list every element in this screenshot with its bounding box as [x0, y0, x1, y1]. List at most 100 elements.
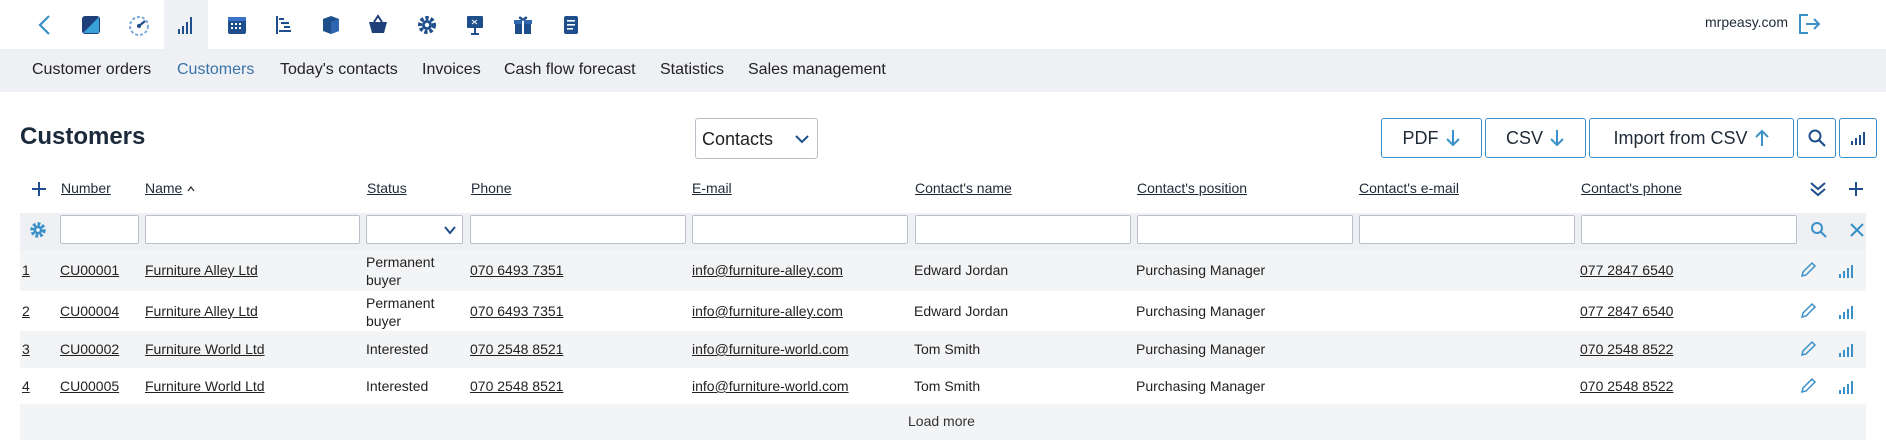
bar-chart-icon[interactable] — [1837, 341, 1855, 359]
column-header-number[interactable]: Number — [61, 180, 111, 196]
filter-number-input[interactable] — [60, 215, 139, 244]
column-header-status[interactable]: Status — [367, 180, 407, 196]
table-row: 2 CU00004 Furniture Alley Ltd Permanent … — [20, 291, 1866, 331]
customer-name[interactable]: Furniture World Ltd — [145, 378, 265, 394]
contact-phone[interactable]: 077 2847 6540 — [1580, 262, 1673, 278]
contact-phone[interactable]: 077 2847 6540 — [1580, 303, 1673, 319]
bar-chart-icon[interactable] — [1837, 378, 1855, 396]
subnav-sales-management[interactable]: Sales management — [748, 61, 886, 79]
customer-status: Interested — [366, 378, 429, 394]
customer-number[interactable]: CU00004 — [60, 303, 119, 319]
subnav-statistics[interactable]: Statistics — [660, 61, 724, 79]
brand-icon[interactable] — [69, 0, 113, 49]
subnav-invoices[interactable]: Invoices — [422, 61, 481, 79]
load-more-row[interactable]: Load more — [20, 404, 1866, 440]
filter-contact-name-input[interactable] — [915, 215, 1131, 244]
sub-navigation: Customer orders Customers Today's contac… — [0, 49, 1886, 92]
add-icon[interactable] — [29, 179, 49, 199]
site-name[interactable]: mrpeasy.com — [1705, 14, 1788, 30]
filter-status-select[interactable] — [366, 215, 463, 244]
pdf-export-button[interactable]: PDF — [1381, 118, 1482, 158]
bar-chart-icon[interactable] — [1837, 303, 1855, 321]
filter-contact-position-input[interactable] — [1137, 215, 1353, 244]
customer-email[interactable]: info@furniture-world.com — [692, 341, 849, 357]
row-index[interactable]: 1 — [22, 262, 30, 278]
customer-name[interactable]: Furniture World Ltd — [145, 341, 265, 357]
arrow-down-icon — [1550, 130, 1564, 147]
csv-export-button[interactable]: CSV — [1485, 118, 1586, 158]
subnav-cash-flow-forecast[interactable]: Cash flow forecast — [504, 61, 636, 79]
edit-icon[interactable] — [1799, 261, 1817, 279]
crm-icon[interactable] — [164, 0, 208, 49]
back-icon[interactable] — [23, 0, 67, 49]
customer-phone[interactable]: 070 2548 8521 — [470, 378, 563, 394]
add-column-icon[interactable] — [1846, 179, 1866, 199]
column-header-contact-email[interactable]: Contact's e-mail — [1359, 180, 1459, 196]
calendar-icon[interactable] — [215, 0, 259, 49]
row-index[interactable]: 2 — [22, 303, 30, 319]
column-header-phone[interactable]: Phone — [471, 180, 511, 196]
clear-filter-icon[interactable] — [1847, 220, 1867, 240]
dashboard-icon[interactable] — [117, 0, 161, 49]
load-more-link[interactable]: Load more — [908, 413, 975, 429]
import-button-label: Import from CSV — [1613, 127, 1748, 148]
view-select[interactable]: Contacts — [695, 118, 818, 159]
document-icon[interactable] — [549, 0, 593, 49]
contact-position: Purchasing Manager — [1136, 303, 1266, 319]
settings-icon[interactable] — [28, 220, 48, 240]
column-header-contact-name[interactable]: Contact's name — [915, 180, 1012, 196]
customer-phone[interactable]: 070 6493 7351 — [470, 262, 563, 278]
customer-number[interactable]: CU00002 — [60, 341, 119, 357]
search-icon[interactable] — [1809, 220, 1829, 240]
edit-icon[interactable] — [1799, 377, 1817, 395]
customer-number[interactable]: CU00005 — [60, 378, 119, 394]
customer-email[interactable]: info@furniture-alley.com — [692, 262, 843, 278]
customer-email[interactable]: info@furniture-world.com — [692, 378, 849, 394]
customer-status: Interested — [366, 341, 429, 357]
statistics-button[interactable] — [1839, 118, 1877, 158]
contact-position: Purchasing Manager — [1136, 378, 1266, 394]
subnav-todays-contacts[interactable]: Today's contacts — [280, 61, 398, 79]
top-toolbar: mrpeasy.com — [0, 0, 1886, 49]
customer-email[interactable]: info@furniture-alley.com — [692, 303, 843, 319]
contact-phone[interactable]: 070 2548 8522 — [1580, 341, 1673, 357]
presentation-icon[interactable] — [453, 0, 497, 49]
filter-contact-email-input[interactable] — [1359, 215, 1575, 244]
planning-icon[interactable] — [262, 0, 306, 49]
subnav-customers[interactable]: Customers — [177, 61, 254, 79]
inventory-icon[interactable] — [309, 0, 353, 49]
settings-icon[interactable] — [405, 0, 449, 49]
row-index[interactable]: 4 — [22, 378, 30, 394]
view-select-value: Contacts — [702, 129, 774, 149]
bar-chart-icon — [1851, 132, 1865, 145]
subnav-customer-orders[interactable]: Customer orders — [32, 61, 151, 79]
expand-all-icon[interactable] — [1808, 179, 1828, 199]
contact-name: Tom Smith — [914, 341, 981, 357]
search-button[interactable] — [1797, 118, 1836, 158]
logout-icon[interactable] — [1796, 11, 1822, 37]
procurement-icon[interactable] — [356, 0, 400, 49]
contact-phone[interactable]: 070 2548 8522 — [1580, 378, 1673, 394]
import-csv-button[interactable]: Import from CSV — [1589, 118, 1794, 158]
bar-chart-icon[interactable] — [1837, 262, 1855, 280]
edit-icon[interactable] — [1799, 340, 1817, 358]
column-header-email[interactable]: E-mail — [692, 180, 732, 196]
contact-position: Purchasing Manager — [1136, 341, 1266, 357]
customer-phone[interactable]: 070 6493 7351 — [470, 303, 563, 319]
filter-phone-input[interactable] — [470, 215, 686, 244]
gift-icon[interactable] — [501, 0, 545, 49]
filter-contact-phone-input[interactable] — [1581, 215, 1797, 244]
contact-name: Edward Jordan — [914, 262, 1009, 278]
customer-name[interactable]: Furniture Alley Ltd — [145, 262, 258, 278]
customer-phone[interactable]: 070 2548 8521 — [470, 341, 563, 357]
filter-name-input[interactable] — [145, 215, 360, 244]
customer-number[interactable]: CU00001 — [60, 262, 119, 278]
filter-email-input[interactable] — [692, 215, 908, 244]
row-index[interactable]: 3 — [22, 341, 30, 357]
customer-name[interactable]: Furniture Alley Ltd — [145, 303, 258, 319]
column-header-contact-phone[interactable]: Contact's phone — [1581, 180, 1682, 196]
column-header-name[interactable]: Name — [145, 180, 182, 196]
column-header-contact-position[interactable]: Contact's position — [1137, 180, 1247, 196]
edit-icon[interactable] — [1799, 302, 1817, 320]
chevron-down-icon — [795, 135, 809, 144]
